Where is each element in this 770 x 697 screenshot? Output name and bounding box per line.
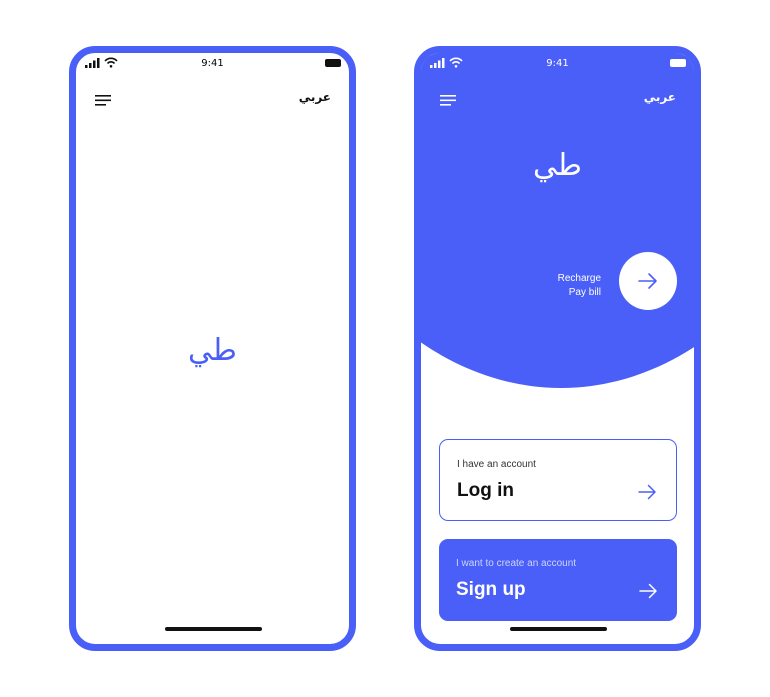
status-time: 9:41 [546, 58, 569, 69]
arrow-right-icon [638, 273, 657, 289]
recharge-label: Recharge [557, 273, 601, 284]
home-indicator [164, 627, 262, 631]
login-subtitle: I have an account [457, 459, 536, 470]
quick-actions-label: Recharge Pay bill [558, 272, 601, 300]
login-card[interactable]: I have an account Log in [439, 439, 677, 521]
pay-bill-label: Pay bill [568, 287, 601, 298]
arrow-right-icon [639, 583, 657, 599]
status-bar: 9:41 [421, 53, 694, 83]
hamburger-icon[interactable] [95, 94, 111, 106]
arrow-right-icon [638, 484, 656, 500]
status-bar: 9:41 [76, 53, 349, 83]
signup-title: Sign up [456, 579, 526, 600]
battery-icon [325, 59, 341, 67]
splash-screen: 9:41 عربي طي [69, 46, 356, 651]
status-time: 9:41 [201, 58, 224, 69]
brand-logo: طي [188, 333, 237, 368]
login-title: Log in [457, 480, 514, 501]
signup-subtitle: I want to create an account [456, 558, 577, 569]
brand-logo: طي [533, 148, 582, 183]
quick-pay-button[interactable] [619, 252, 677, 310]
home-indicator [509, 627, 607, 631]
battery-icon [670, 59, 686, 67]
signup-card[interactable]: I want to create an account Sign up [439, 539, 677, 621]
language-toggle[interactable]: عربي [644, 90, 676, 104]
language-toggle[interactable]: عربي [299, 90, 331, 104]
welcome-screen: 9:41 عربي طي Recharge Pay bill I have an… [414, 46, 701, 651]
hamburger-icon[interactable] [440, 94, 456, 106]
